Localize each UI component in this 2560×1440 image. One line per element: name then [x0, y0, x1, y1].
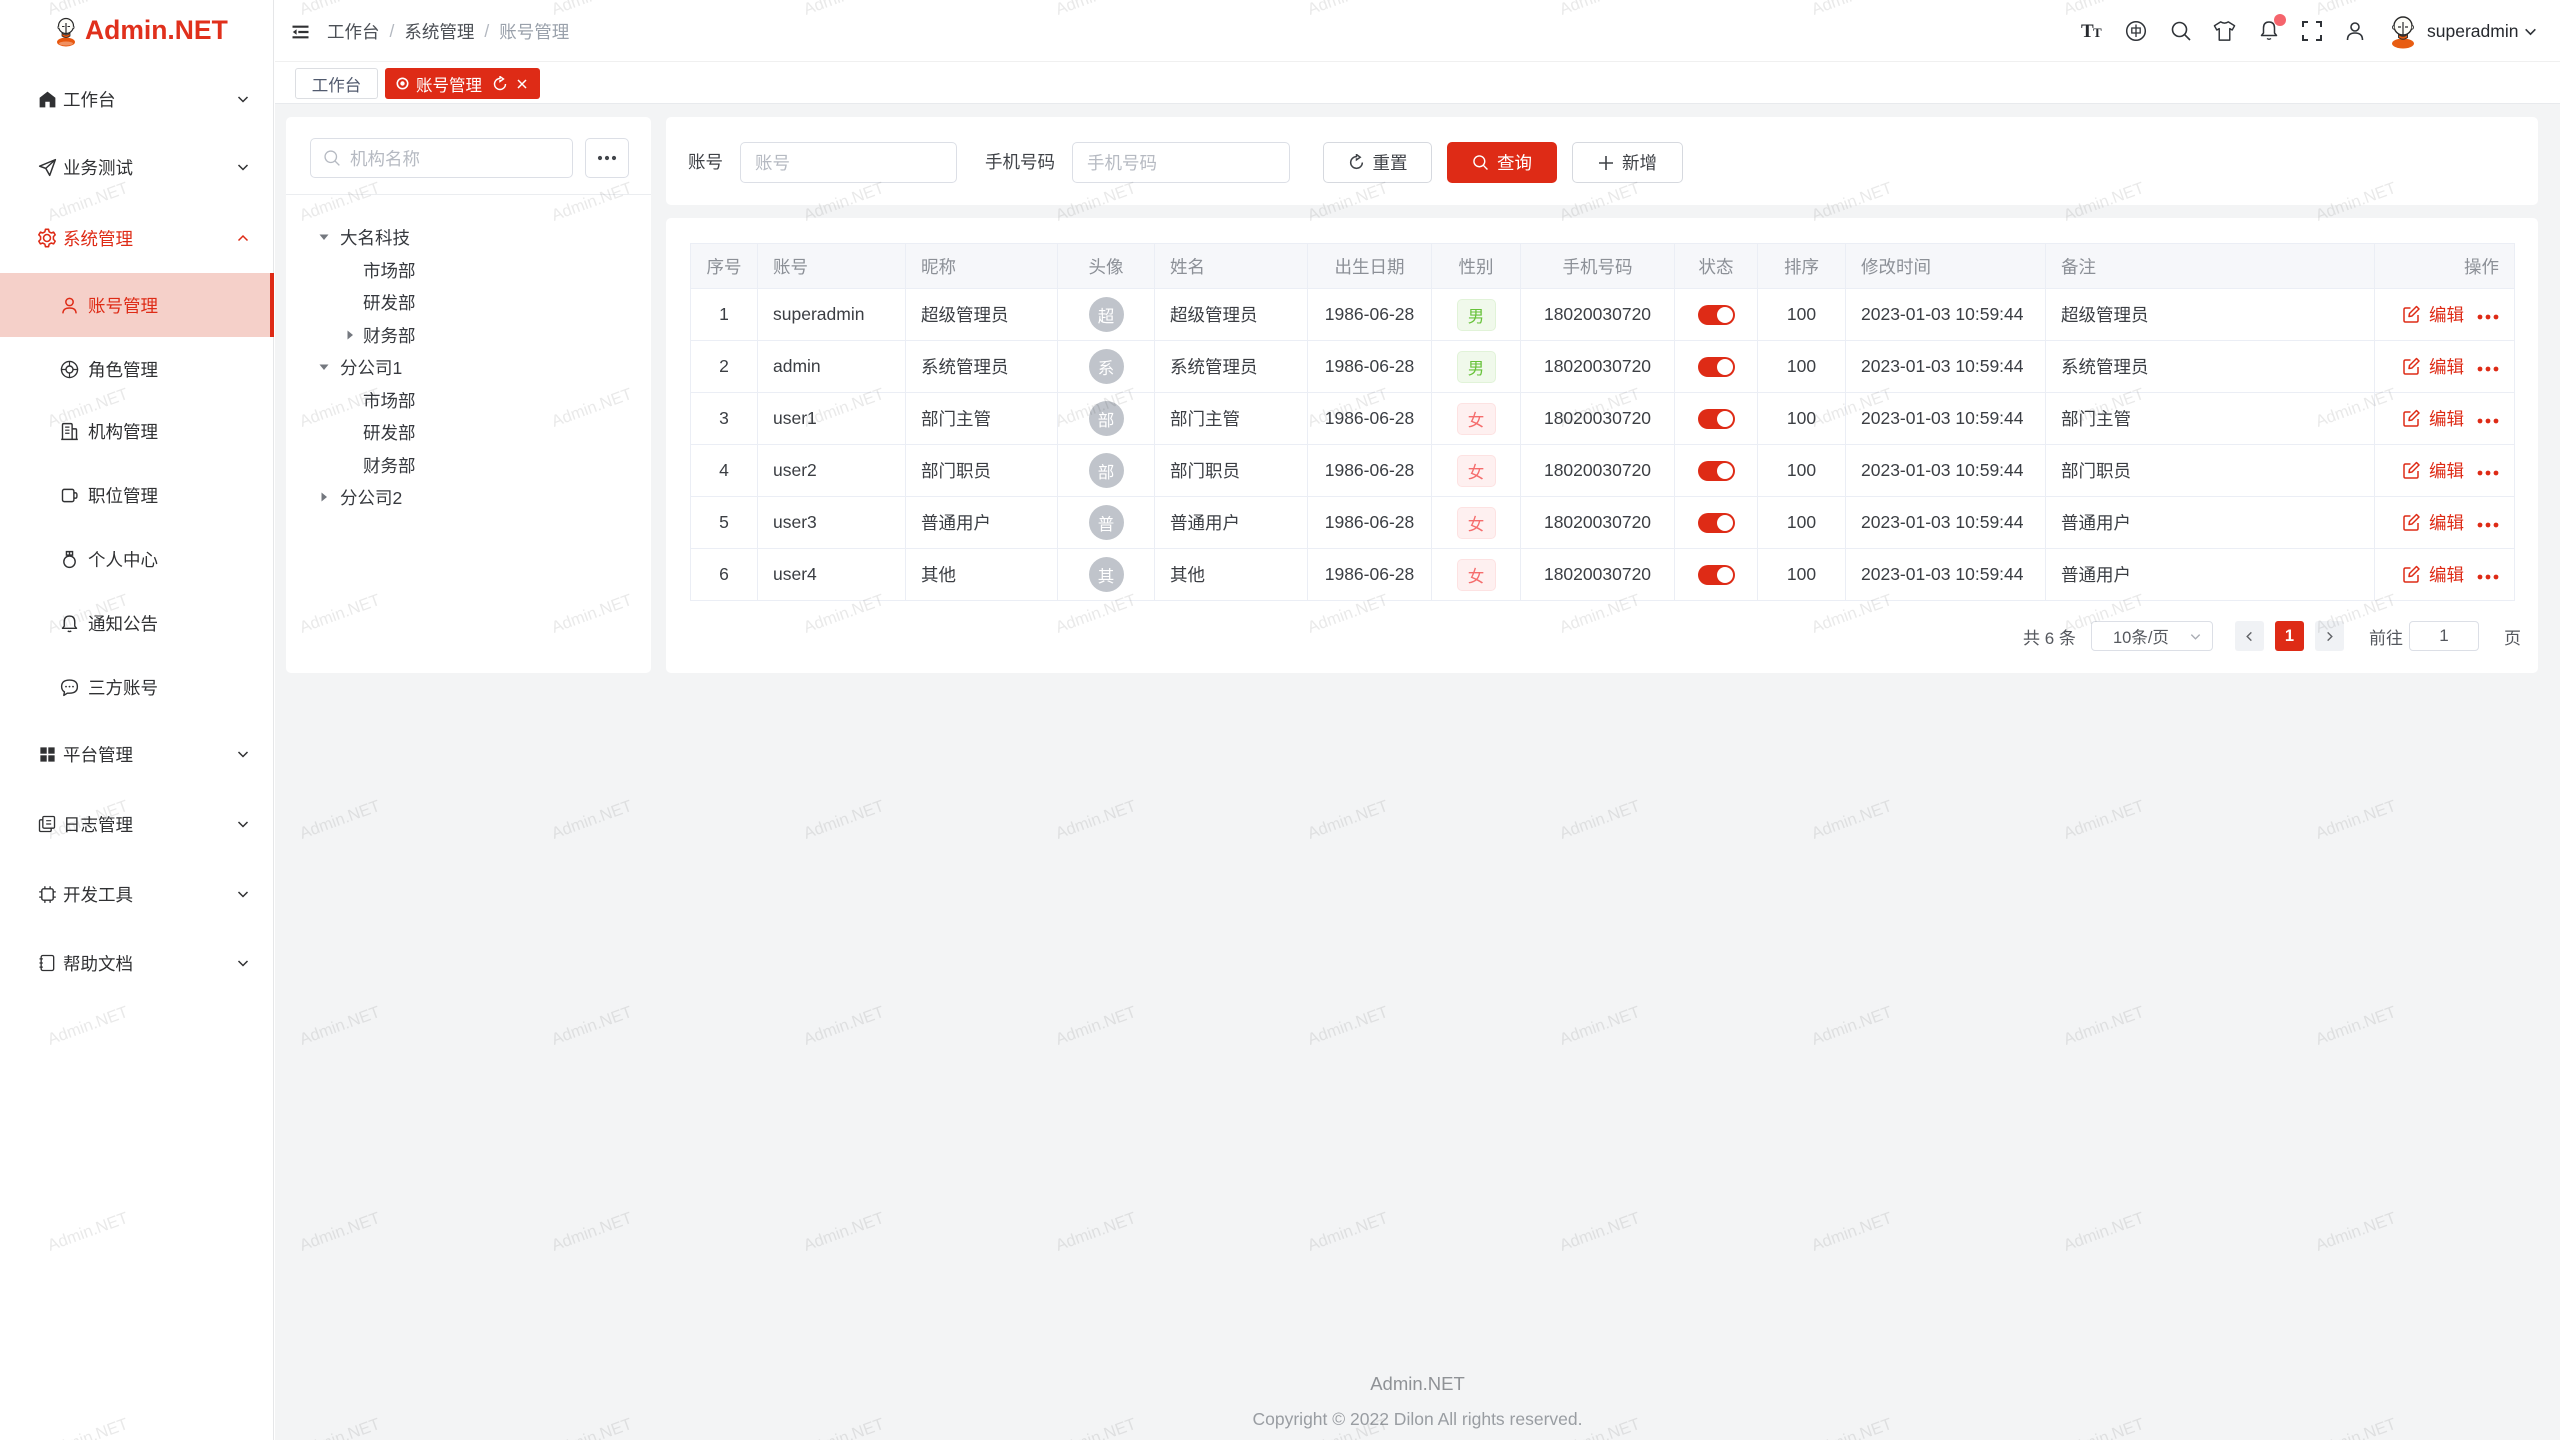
svg-text:T: T	[2093, 25, 2102, 40]
